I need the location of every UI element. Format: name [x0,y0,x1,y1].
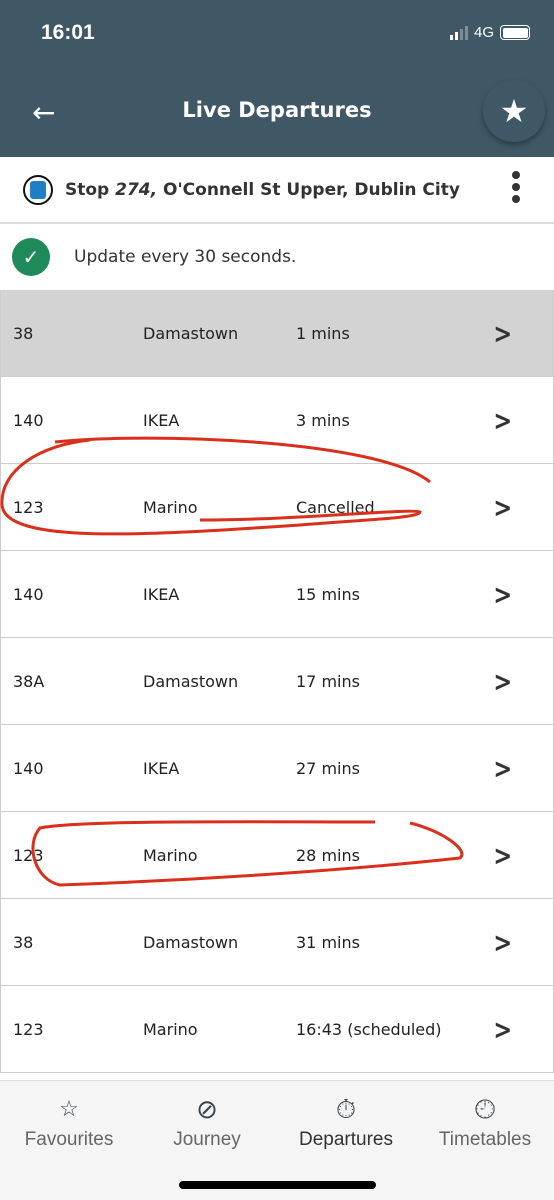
due-time: 28 mins [296,845,360,865]
destination: IKEA [143,584,180,604]
departure-row[interactable]: 123 Marino 16:43 (scheduled) > [0,986,554,1073]
departure-row[interactable]: 38 Damastown 1 mins > [0,290,554,377]
check-icon: ✓ [12,238,50,276]
route-number: 140 [13,758,44,778]
route-number: 140 [13,410,44,430]
destination: Damastown [143,671,239,691]
due-time: 3 mins [296,410,350,430]
departure-row[interactable]: 140 IKEA 3 mins > [0,377,554,464]
update-text: Update every 30 seconds. [74,247,297,267]
departure-row[interactable]: 38 Damastown 31 mins > [0,899,554,986]
destination: Damastown [143,932,239,952]
tab-label: Departures [299,1129,393,1150]
due-time: Cancelled [296,497,375,517]
signal-icon [449,25,468,40]
tab-journey[interactable]: ⊘ Journey [138,1089,276,1151]
tab-label: Favourites [24,1129,114,1150]
home-indicator [179,1181,376,1189]
departures-list: 38 Damastown 1 mins >140 IKEA 3 mins >123 Marin… [0,290,554,1073]
due-time: 17 mins [296,671,360,691]
destination: Marino [143,845,198,865]
departure-row[interactable]: 123 Marino Cancelled > [0,464,554,551]
chevron-right-icon[interactable]: > [493,665,512,698]
destination: IKEA [143,410,180,430]
destination: IKEA [143,758,180,778]
route-number: 123 [13,845,44,865]
chevron-right-icon[interactable]: > [493,491,512,524]
departure-row[interactable]: 140 IKEA 15 mins > [0,551,554,638]
stopwatch-icon: ⏱ [335,1094,357,1124]
tab-departures[interactable]: ⏱ Departures [277,1089,415,1151]
destination: Damastown [143,323,239,343]
status-time: 16:01 [41,21,95,44]
chevron-right-icon[interactable]: > [493,1013,512,1046]
chevron-right-icon[interactable]: > [493,839,512,872]
route-number: 38A [13,671,45,691]
route-number: 38 [13,323,34,343]
due-time: 31 mins [296,932,360,952]
page-title: Live Departures [182,98,372,122]
departure-row[interactable]: 140 IKEA 27 mins > [0,725,554,812]
chevron-right-icon[interactable]: > [493,578,512,611]
tab-label: Timetables [438,1129,532,1150]
app-header: 16:01 4G ← Live Departures ★ [0,0,554,157]
more-options-icon[interactable] [512,171,520,203]
destination: Marino [143,497,198,517]
chevron-right-icon[interactable]: > [493,926,512,959]
due-time: 16:43 (scheduled) [296,1019,442,1039]
tab-favourites[interactable]: ☆ Favourites [0,1089,138,1151]
route-number: 140 [13,584,44,604]
chevron-right-icon[interactable]: > [493,317,512,350]
due-time: 27 mins [296,758,360,778]
compass-icon: ⊘ [196,1094,218,1124]
stop-prefix: Stop [65,179,110,200]
clock-icon: 🕘︎ [474,1094,496,1124]
due-time: 1 mins [296,323,350,343]
departure-row[interactable]: 123 Marino 28 mins > [0,812,554,899]
status-icons: 4G [449,24,530,41]
chevron-right-icon[interactable]: > [493,752,512,785]
destination: Marino [143,1019,198,1039]
favourite-button[interactable]: ★ [483,80,545,142]
tab-timetables[interactable]: 🕘︎ Timetables [416,1089,554,1151]
stop-title: Stop 274, O'Connell St Upper, Dublin Cit… [65,180,460,200]
route-number: 38 [13,932,34,952]
bus-icon [23,174,53,205]
stop-header: Stop 274, O'Connell St Upper, Dublin Cit… [0,157,554,224]
due-time: 15 mins [296,584,360,604]
chevron-right-icon[interactable]: > [493,404,512,437]
star-outline-icon: ☆ [59,1096,79,1121]
stop-number: 274, [115,179,158,200]
battery-icon [500,25,530,40]
update-banner: ✓ Update every 30 seconds. [0,224,554,290]
stop-name: O'Connell St Upper, Dublin City [163,179,460,200]
network-label: 4G [473,24,494,41]
route-number: 123 [13,1019,44,1039]
star-icon: ★ [499,92,529,130]
departure-row[interactable]: 38A Damastown 17 mins > [0,638,554,725]
tab-label: Journey [173,1129,241,1150]
route-number: 123 [13,497,44,517]
